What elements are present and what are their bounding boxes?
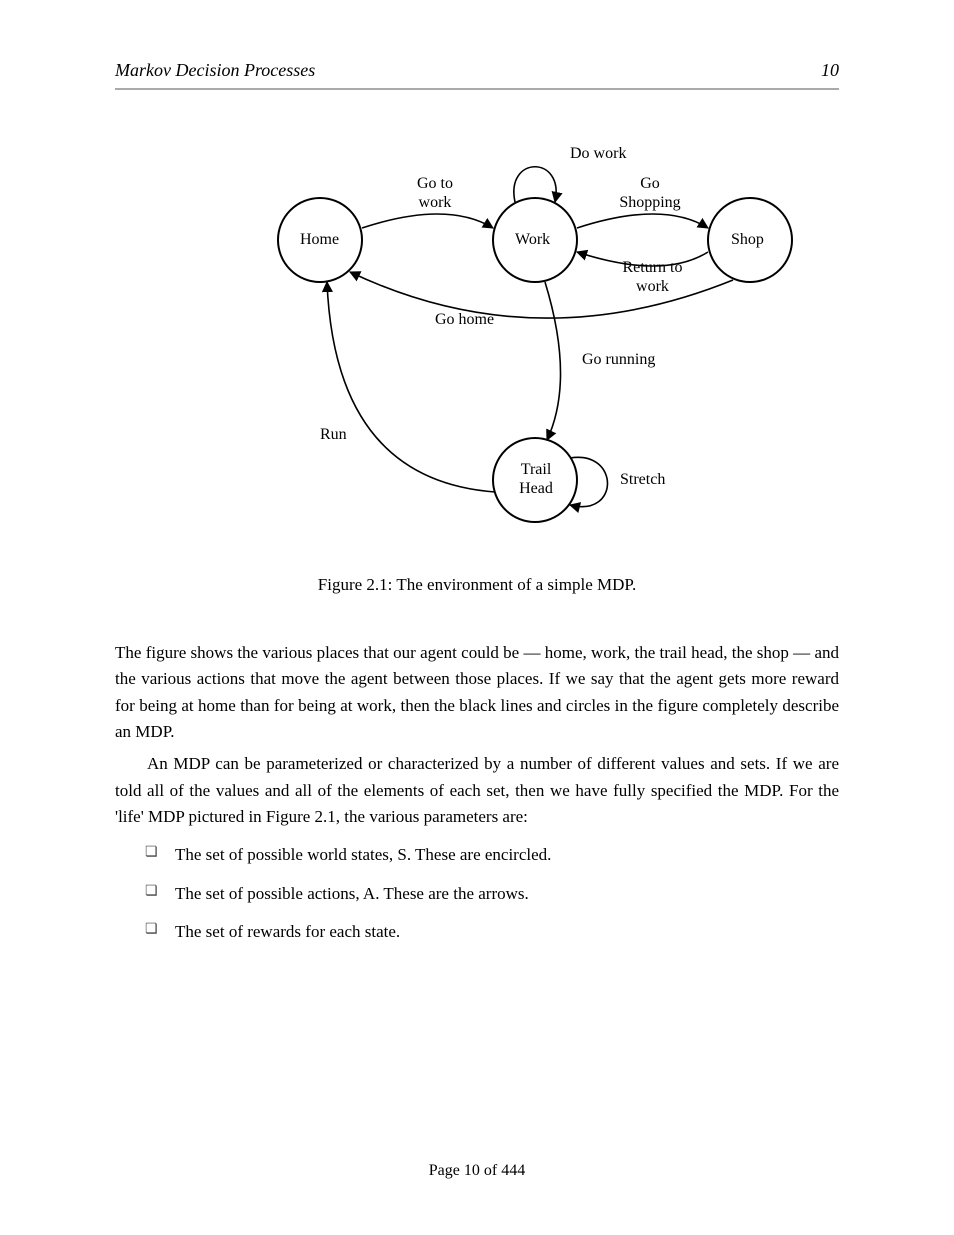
bullet-list: The set of possible world states, S. The… (115, 842, 839, 945)
edge-home-work (362, 214, 493, 228)
label-edge-work-trail: Go running (582, 350, 655, 369)
header-title: Markov Decision Processes (115, 60, 315, 81)
bullet-item: The set of rewards for each state. (115, 919, 839, 945)
bullet-item: The set of possible world states, S. The… (115, 842, 839, 868)
figure-environment: Home Work Shop TrailHead Go towork GoSho… (115, 150, 839, 580)
edge-work-work (514, 167, 556, 202)
label-edge-shop-work: Return towork (615, 258, 690, 296)
label-edge-trail-home: Run (320, 425, 347, 444)
label-node-work: Work (515, 230, 550, 249)
paragraph-1: The figure shows the various places that… (115, 640, 839, 745)
page-header: Markov Decision Processes 10 (115, 60, 839, 81)
page-footer: Page 10 of 444 (115, 1162, 839, 1180)
page: Markov Decision Processes 10 (0, 0, 954, 1235)
label-node-trail: TrailHead (515, 460, 557, 498)
figure-caption: Figure 2.1: The environment of a simple … (115, 575, 839, 595)
label-node-shop: Shop (731, 230, 764, 249)
bullet-item: The set of possible actions, A. These ar… (115, 881, 839, 907)
mdp-diagram (115, 150, 839, 580)
label-edge-shop-home: Go home (435, 310, 494, 329)
body-text: The figure shows the various places that… (115, 640, 839, 957)
label-edge-home-work: Go towork (405, 174, 465, 212)
header-rule (115, 88, 839, 90)
label-edge-work-shop: GoShopping (615, 174, 685, 212)
label-edge-work-work: Do work (570, 144, 626, 163)
label-node-home: Home (300, 230, 339, 249)
edge-work-trail (545, 282, 561, 440)
paragraph-2: An MDP can be parameterized or character… (115, 751, 839, 830)
edge-work-shop (577, 214, 708, 228)
label-edge-trail-trail: Stretch (620, 470, 665, 489)
edge-trail-trail (570, 457, 608, 506)
header-page: 10 (821, 60, 839, 81)
